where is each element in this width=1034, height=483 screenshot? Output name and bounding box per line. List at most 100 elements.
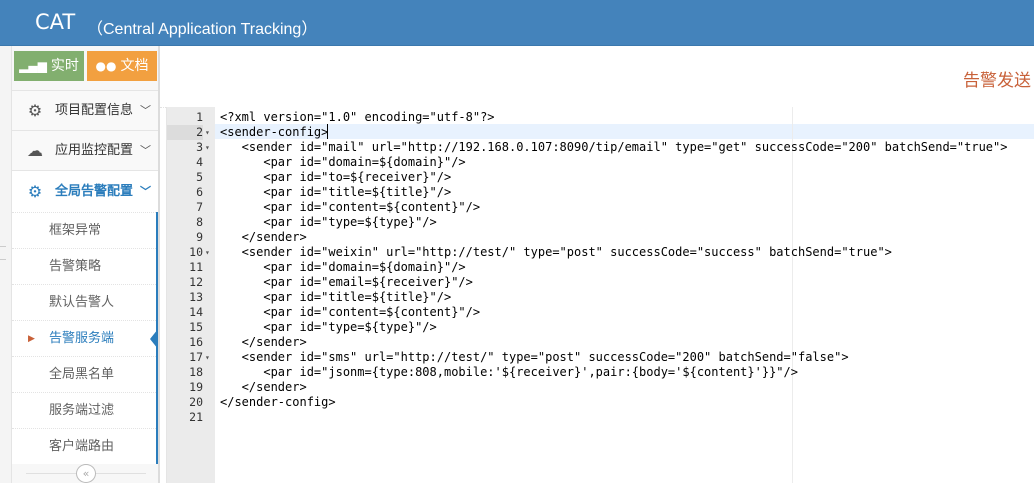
code-text: <par id="email=${receiver}"/> <box>220 275 473 289</box>
code-text: </sender> <box>220 230 307 244</box>
line-number: 19 <box>189 380 203 394</box>
code-line[interactable]: 17 ▾ <sender id="sms" url="http://test/" … <box>167 350 1034 365</box>
code-line[interactable]: 11 <par id="domain=${domain}"/> <box>167 260 1034 275</box>
docs-button[interactable]: ●● 文档 <box>87 51 157 81</box>
code-text: <par id="type=${type}"/> <box>220 215 437 229</box>
sidebar: ▂▄▆ 实时 ●● 文档 ⚙ 项目配置信息 ﹀ ☁ 应用监控配置 ﹀ ⚙ 全局告警配… <box>12 46 160 483</box>
left-edge-strip <box>0 46 12 483</box>
fold-toggle-icon[interactable]: ▾ <box>205 245 210 260</box>
code-text: <par id="domain=${domain}"/> <box>220 155 466 169</box>
sidebar-item-label: 应用监控配置 <box>55 143 134 158</box>
fold-toggle-icon[interactable]: ▾ <box>205 125 210 140</box>
docs-label: 文档 <box>120 58 149 74</box>
line-number: 18 <box>189 365 203 379</box>
line-number: 12 <box>189 275 203 289</box>
code-line[interactable]: 3 ▾ <sender id="mail" url="http://192.168… <box>167 140 1034 155</box>
submenu-item-framework-exception[interactable]: 框架异常 <box>12 212 156 248</box>
code-text: <par id="to=${receiver}"/> <box>220 170 452 184</box>
submenu-item-server-filter[interactable]: 服务端过滤 <box>12 392 156 428</box>
code-line[interactable]: 10 ▾ <sender id="weixin" url="http://test… <box>167 245 1034 260</box>
code-editor[interactable]: 1 <?xml version="1.0" encoding="utf-8"?> 2… <box>166 107 1034 483</box>
code-line[interactable]: 12 <par id="email=${receiver}"/> <box>167 275 1034 290</box>
submenu-item-client-routing[interactable]: 客户端路由 <box>12 428 156 464</box>
line-number: 6 <box>196 185 203 199</box>
submenu-item-label: 告警策略 <box>49 259 102 274</box>
submenu-item-label: 全局黑名单 <box>49 367 115 382</box>
line-number: 15 <box>189 320 203 334</box>
sidebar-item-app-monitor[interactable]: ☁ 应用监控配置 ﹀ <box>12 130 158 170</box>
chevron-down-icon: ﹀ <box>140 104 151 117</box>
code-line[interactable]: 13 <par id="title=${title}"/> <box>167 290 1034 305</box>
line-number: 13 <box>189 290 203 304</box>
code-line[interactable]: 6 <par id="title=${title}"/> <box>167 185 1034 200</box>
line-number: 21 <box>189 410 203 424</box>
caret-right-icon: ▶ <box>28 334 35 344</box>
code-line[interactable]: 19 </sender> <box>167 380 1034 395</box>
code-line[interactable]: 20 </sender-config> <box>167 395 1034 410</box>
submenu-item-global-blacklist[interactable]: 全局黑名单 <box>12 356 156 392</box>
code-line[interactable]: 4 <par id="domain=${domain}"/> <box>167 155 1034 170</box>
sidebar-item-project-config[interactable]: ⚙ 项目配置信息 ﹀ <box>12 90 158 130</box>
code-line[interactable]: 15 <par id="type=${type}"/> <box>167 320 1034 335</box>
gears-icon: ⚙ <box>27 101 43 120</box>
sidebar-item-label: 全局告警配置 <box>55 184 134 199</box>
chevron-down-icon: ﹀ <box>140 185 151 198</box>
text-cursor <box>327 124 328 139</box>
sidebar-item-global-alert[interactable]: ⚙ 全局告警配置 ﹀ <box>12 170 158 212</box>
code-line[interactable]: 8 <par id="type=${type}"/> <box>167 215 1034 230</box>
code-line[interactable]: 21 <box>167 410 1034 425</box>
code-text: <par id="title=${title}"/> <box>220 290 452 304</box>
submenu-item-label: 默认告警人 <box>49 295 115 310</box>
line-number: 1 <box>196 110 203 124</box>
code-text: <sender-config> <box>220 125 329 139</box>
sidebar-collapse-bar: « <box>12 464 160 483</box>
top-navbar: CAT （Central Application Tracking） <box>0 0 1034 46</box>
line-number: 8 <box>196 215 203 229</box>
chevron-down-icon: ﹀ <box>140 144 151 157</box>
realtime-label: 实时 <box>50 58 79 74</box>
submenu-item-default-receiver[interactable]: 默认告警人 <box>12 284 156 320</box>
code-text: <sender id="sms" url="http://test/" type… <box>220 350 849 364</box>
submenu-item-alert-server[interactable]: ▶ 告警服务端 <box>12 320 158 356</box>
code-line[interactable]: 14 <par id="content=${content}"/> <box>167 305 1034 320</box>
code-line[interactable]: 1 <?xml version="1.0" encoding="utf-8"?> <box>167 110 1034 125</box>
code-line[interactable]: 2 ▾ <sender-config> <box>167 125 1034 140</box>
code-text: <par id="content=${content}"/> <box>220 200 481 214</box>
code-text: <par id="content=${content}"/> <box>220 305 481 319</box>
line-number: 7 <box>196 200 203 214</box>
code-line[interactable]: 7 <par id="content=${content}"/> <box>167 200 1034 215</box>
gear-icon: ⚙ <box>27 182 43 201</box>
line-number: 17 <box>189 350 203 364</box>
users-icon: ●● <box>95 59 117 73</box>
submenu-item-alert-policy[interactable]: 告警策略 <box>12 248 156 284</box>
brand-logo[interactable]: CAT <box>35 10 75 34</box>
code-text: </sender> <box>220 335 307 349</box>
realtime-button[interactable]: ▂▄▆ 实时 <box>14 51 84 81</box>
global-alert-submenu: 框架异常 告警策略 默认告警人 ▶ 告警服务端 全局黑名单 服务端过滤 客户端路… <box>12 212 158 464</box>
code-text: <sender id="mail" url="http://192.168.0.… <box>220 140 1008 154</box>
line-number: 10 <box>189 245 203 259</box>
line-number: 16 <box>189 335 203 349</box>
line-number: 5 <box>196 170 203 184</box>
fold-toggle-icon[interactable]: ▾ <box>205 140 210 155</box>
main-content: 告警发送 1 <?xml version="1.0" encoding="utf-… <box>160 46 1034 483</box>
submenu-item-label: 服务端过滤 <box>49 403 115 418</box>
code-text: <par id="type=${type}"/> <box>220 320 437 334</box>
line-number: 9 <box>196 230 203 244</box>
edge-marker <box>0 246 6 260</box>
code-line[interactable]: 5 <par id="to=${receiver}"/> <box>167 170 1034 185</box>
code-line[interactable]: 16 </sender> <box>167 335 1034 350</box>
code-text: <sender id="weixin" url="http://test/" t… <box>220 245 892 259</box>
line-number: 20 <box>189 395 203 409</box>
code-text: </sender> <box>220 380 307 394</box>
signal-icon: ▂▄▆ <box>19 59 47 73</box>
code-line[interactable]: 18 <par id="jsonm={type:808,mobile:'${re… <box>167 365 1034 380</box>
collapse-sidebar-button[interactable]: « <box>76 464 96 483</box>
code-line[interactable]: 9 </sender> <box>167 230 1034 245</box>
code-text: <?xml version="1.0" encoding="utf-8"?> <box>220 110 495 124</box>
submenu-item-label: 客户端路由 <box>49 439 115 454</box>
line-number: 4 <box>196 155 203 169</box>
line-number: 2 <box>167 125 203 140</box>
fold-toggle-icon[interactable]: ▾ <box>205 350 210 365</box>
code-text: <par id="jsonm={type:808,mobile:'${recei… <box>220 365 798 379</box>
